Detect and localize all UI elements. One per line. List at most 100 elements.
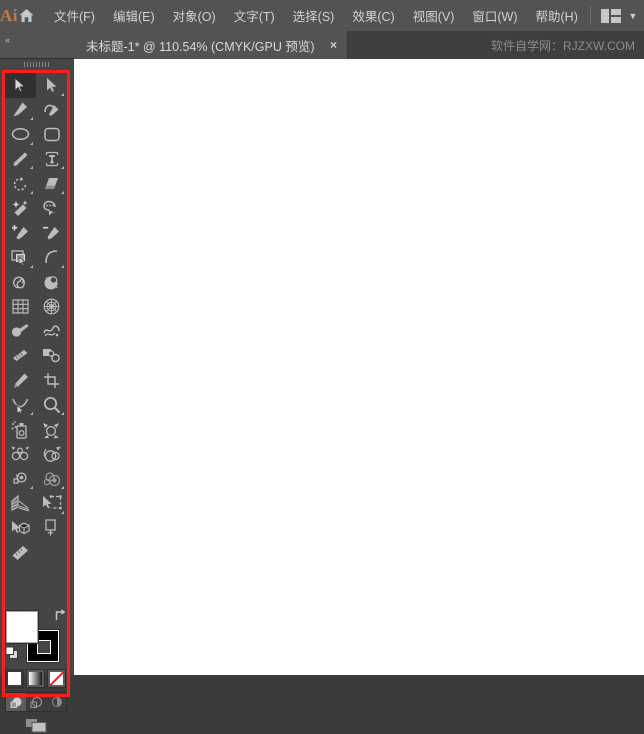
artboard-tool[interactable] bbox=[36, 516, 67, 541]
menu-edit[interactable]: 编辑(E) bbox=[104, 0, 164, 31]
tool-flyout-indicator bbox=[30, 486, 33, 490]
tool-panel-grip[interactable] bbox=[0, 59, 74, 70]
document-tab[interactable]: 未标题-1* @ 110.54% (CMYK/GPU 预览) × bbox=[74, 31, 348, 59]
swap-fill-stroke-icon[interactable] bbox=[53, 608, 67, 622]
tool-flyout-indicator bbox=[61, 190, 64, 194]
gradient-swatch-icon bbox=[29, 672, 42, 685]
color-swatch-icon bbox=[8, 672, 21, 685]
polar-grid-tool[interactable] bbox=[36, 294, 67, 319]
change-screen-mode-button[interactable] bbox=[0, 716, 74, 734]
color-mode-buttons bbox=[5, 669, 67, 690]
rotate-tool[interactable] bbox=[5, 171, 36, 196]
menu-item-list: 文件(F) 编辑(E) 对象(O) 文字(T) 选择(S) 效果(C) 视图(V… bbox=[45, 0, 587, 31]
tool-flyout-indicator bbox=[61, 412, 64, 416]
document-tab-title: 未标题-1* @ 110.54% (CMYK/GPU 预览) bbox=[86, 39, 315, 54]
zoom-tool[interactable] bbox=[36, 393, 67, 418]
menu-view[interactable]: 视图(V) bbox=[404, 0, 464, 31]
type-tool[interactable] bbox=[36, 147, 67, 172]
warp-tool[interactable] bbox=[36, 319, 67, 344]
scale-tool[interactable] bbox=[5, 393, 36, 418]
rectangle-tool[interactable] bbox=[36, 122, 67, 147]
fill-swatch[interactable] bbox=[6, 611, 38, 643]
gradient-mode-button[interactable] bbox=[26, 669, 45, 688]
arc-tool[interactable] bbox=[36, 245, 67, 270]
arrange-documents-icon[interactable] bbox=[598, 5, 624, 27]
illustrator-logo: Ai bbox=[0, 5, 18, 25]
ellipse-tool[interactable] bbox=[5, 122, 36, 147]
pen-tool[interactable] bbox=[5, 98, 36, 123]
blend-tool[interactable] bbox=[36, 270, 67, 295]
selection-tool[interactable] bbox=[5, 73, 36, 98]
color-mode-button[interactable] bbox=[5, 669, 24, 688]
pencil-tool[interactable] bbox=[5, 368, 36, 393]
stroke-swatch-hole bbox=[37, 640, 51, 654]
tool-flyout-indicator bbox=[30, 412, 33, 416]
tool-flyout-indicator bbox=[61, 166, 64, 170]
symbol-sprayer-tool[interactable] bbox=[5, 417, 36, 442]
tool-grid bbox=[5, 73, 67, 633]
tool-flyout-indicator bbox=[61, 486, 64, 490]
menu-bar: Ai 文件(F) 编辑(E) 对象(O) 文字(T) 选择(S) 效果(C) 视… bbox=[0, 0, 644, 31]
rectangular-grid-tool[interactable] bbox=[5, 294, 36, 319]
tool-grid-empty-cell bbox=[36, 540, 67, 565]
crop-image-tool[interactable] bbox=[36, 368, 67, 393]
symbol-shifter-tool[interactable] bbox=[36, 417, 67, 442]
document-tab-bar: « 未标题-1* @ 110.54% (CMYK/GPU 预览) × 软件自学网… bbox=[0, 31, 644, 59]
symbol-sizer-tool[interactable] bbox=[36, 442, 67, 467]
tool-flyout-indicator bbox=[61, 92, 64, 96]
delete-anchor-point-tool[interactable] bbox=[36, 221, 67, 246]
direct-selection-tool[interactable] bbox=[36, 73, 67, 98]
shape-builder-tool[interactable] bbox=[5, 245, 36, 270]
tool-flyout-indicator bbox=[30, 166, 33, 170]
collapse-panel-icon[interactable]: « bbox=[5, 35, 10, 45]
tool-flyout-indicator bbox=[61, 510, 64, 514]
tool-panel-header: « bbox=[0, 31, 74, 59]
magic-wand-tool[interactable] bbox=[5, 196, 36, 221]
canvas-artboard-area[interactable] bbox=[74, 59, 644, 675]
symbol-spinner-tool[interactable] bbox=[5, 467, 36, 492]
perspective-grid-tool[interactable] bbox=[5, 491, 36, 516]
tool-flyout-indicator bbox=[30, 190, 33, 194]
lasso-tool[interactable] bbox=[36, 196, 67, 221]
menu-type[interactable]: 文字(T) bbox=[225, 0, 284, 31]
draw-behind-button[interactable] bbox=[26, 693, 46, 711]
none-swatch-icon bbox=[50, 672, 63, 685]
menu-help[interactable]: 帮助(H) bbox=[527, 0, 587, 31]
spiral-tool[interactable] bbox=[5, 270, 36, 295]
tool-flyout-indicator bbox=[30, 264, 33, 268]
tool-flyout-indicator bbox=[30, 117, 33, 121]
watermark-text: 软件自学网：RJZXW.COM bbox=[491, 38, 635, 53]
home-icon[interactable] bbox=[18, 0, 35, 31]
paintbrush-tool[interactable] bbox=[5, 147, 36, 172]
3d-tool[interactable] bbox=[5, 516, 36, 541]
menu-select[interactable]: 选择(S) bbox=[284, 0, 344, 31]
eraser-tool[interactable] bbox=[36, 171, 67, 196]
tool-flyout-indicator bbox=[30, 141, 33, 145]
tool-flyout-indicator bbox=[61, 264, 64, 268]
draw-inside-button[interactable] bbox=[46, 693, 66, 711]
default-fill-stroke-icon[interactable] bbox=[5, 646, 19, 660]
menu-bar-right-group: ▼ bbox=[587, 0, 644, 31]
fill-stroke-controls bbox=[5, 608, 67, 666]
width-tool[interactable] bbox=[5, 344, 36, 369]
menu-object[interactable]: 对象(O) bbox=[164, 0, 225, 31]
blob-brush-tool[interactable] bbox=[5, 319, 36, 344]
add-anchor-point-tool[interactable] bbox=[5, 221, 36, 246]
menu-effect[interactable]: 效果(C) bbox=[343, 0, 403, 31]
draw-mode-buttons bbox=[5, 692, 67, 712]
draw-normal-button[interactable] bbox=[6, 693, 26, 711]
perspective-selection-tool[interactable] bbox=[36, 491, 67, 516]
measure-tool[interactable] bbox=[5, 540, 36, 565]
close-icon[interactable]: × bbox=[330, 39, 337, 51]
none-mode-button[interactable] bbox=[47, 669, 66, 688]
menu-file[interactable]: 文件(F) bbox=[45, 0, 104, 31]
symbol-scruncher-tool[interactable] bbox=[5, 442, 36, 467]
tools-panel bbox=[0, 59, 74, 732]
curvature-tool[interactable] bbox=[36, 98, 67, 123]
symbol-stainer-tool[interactable] bbox=[36, 467, 67, 492]
menu-window[interactable]: 窗口(W) bbox=[463, 0, 526, 31]
grip-dots-icon bbox=[24, 62, 50, 67]
menu-right-separator bbox=[589, 6, 591, 25]
chevron-down-icon[interactable]: ▼ bbox=[624, 5, 642, 27]
free-transform-tool[interactable] bbox=[36, 344, 67, 369]
